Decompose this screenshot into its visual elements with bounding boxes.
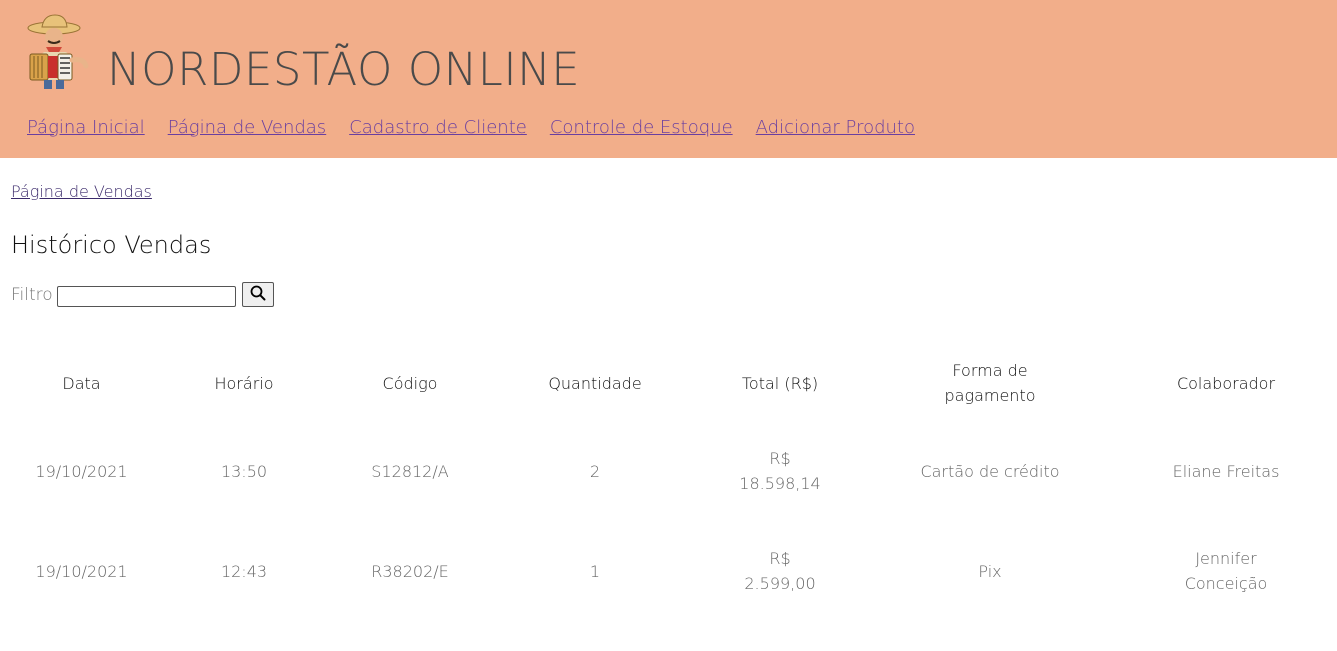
cell-total: R$ 18.598,14 bbox=[695, 421, 865, 521]
search-button[interactable] bbox=[241, 282, 274, 307]
header-forma-line1: Forma de bbox=[952, 361, 1028, 380]
table-row: 19/10/2021 13:50 S12812/A 2 R$ 18.598,14… bbox=[0, 421, 1337, 521]
nav-link-controle-de-estoque[interactable]: Controle de Estoque bbox=[550, 116, 733, 140]
cell-quantidade: 1 bbox=[589, 561, 601, 581]
accordion-player-icon[interactable] bbox=[22, 14, 90, 90]
nav-link-cadastro-de-cliente[interactable]: Cadastro de Cliente bbox=[349, 116, 527, 140]
header-data: Data bbox=[62, 373, 101, 393]
cell-colaborador-line1: Eliane Freitas bbox=[1172, 461, 1280, 481]
header-total: Total (R$) bbox=[741, 373, 819, 393]
sales-history-table: Data Horário Código Quantidade Total (R$… bbox=[0, 345, 1337, 621]
header-horario: Horário bbox=[214, 373, 274, 393]
table-header-row: Data Horário Código Quantidade Total (R$… bbox=[0, 345, 1337, 421]
table-row: 19/10/2021 12:43 R38202/E 1 R$ 2.599,00 … bbox=[0, 521, 1337, 621]
cell-colaborador-line1: Jennifer bbox=[1195, 549, 1257, 568]
site-header: NORDESTÃO ONLINE Página Inicial Página d… bbox=[0, 0, 1337, 158]
search-icon bbox=[250, 285, 266, 304]
cell-total-currency: R$ bbox=[769, 549, 791, 568]
cell-forma-pagamento: Cartão de crédito bbox=[920, 461, 1060, 481]
cell-colaborador-line2: Conceição bbox=[1184, 574, 1268, 593]
cell-total-value: 2.599,00 bbox=[744, 574, 816, 593]
cell-data: 19/10/2021 bbox=[35, 561, 128, 581]
breadcrumb[interactable]: Página de Vendas bbox=[11, 181, 152, 203]
site-title: NORDESTÃO ONLINE bbox=[107, 43, 581, 96]
page-title: Histórico Vendas bbox=[11, 231, 212, 259]
filter-input[interactable] bbox=[56, 286, 236, 307]
header-forma-pagamento: Forma de pagamento bbox=[865, 345, 1115, 421]
filter-row: Filtro bbox=[11, 282, 274, 307]
cell-total: R$ 2.599,00 bbox=[695, 521, 865, 621]
header-quantidade: Quantidade bbox=[548, 373, 642, 393]
cell-colaborador: Eliane Freitas bbox=[1115, 421, 1337, 521]
nav-link-adicionar-produto[interactable]: Adicionar Produto bbox=[756, 116, 915, 140]
cell-codigo: R38202/E bbox=[371, 561, 449, 581]
header-forma-line2: pagamento bbox=[944, 386, 1036, 405]
main-nav: Página Inicial Página de Vendas Cadastro… bbox=[27, 116, 938, 140]
cell-horario: 12:43 bbox=[220, 561, 268, 581]
cell-total-value: 18.598,14 bbox=[739, 474, 821, 493]
cell-total-currency: R$ bbox=[769, 449, 791, 468]
header-codigo: Código bbox=[382, 373, 438, 393]
cell-codigo: S12812/A bbox=[371, 461, 449, 481]
filter-label: Filtro bbox=[11, 284, 53, 305]
header-colaborador: Colaborador bbox=[1176, 373, 1276, 393]
cell-forma-pagamento: Pix bbox=[978, 561, 1002, 581]
nav-link-pagina-de-vendas[interactable]: Página de Vendas bbox=[168, 116, 327, 140]
cell-colaborador: Jennifer Conceição bbox=[1115, 521, 1337, 621]
cell-horario: 13:50 bbox=[220, 461, 268, 481]
nav-link-pagina-inicial[interactable]: Página Inicial bbox=[27, 116, 145, 140]
cell-quantidade: 2 bbox=[589, 461, 601, 481]
cell-data: 19/10/2021 bbox=[35, 461, 128, 481]
